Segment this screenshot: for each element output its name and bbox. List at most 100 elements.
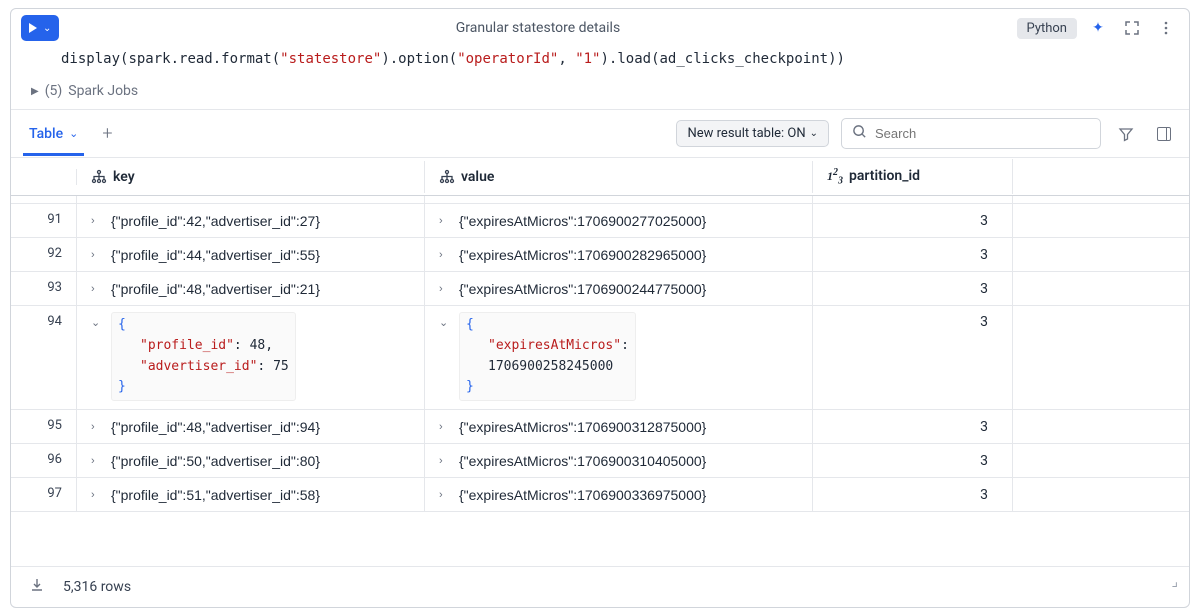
json-collapsed: {"expiresAtMicros":1706900310405000} xyxy=(459,453,706,469)
chevron-right-icon[interactable]: › xyxy=(439,453,451,467)
result-table-toggle[interactable]: New result table: ON ⌄ xyxy=(676,120,829,147)
cell-value[interactable]: › {"expiresAtMicros":1706900336975000} xyxy=(425,478,813,511)
filter-icon[interactable] xyxy=(1113,121,1139,147)
cell-value[interactable]: ›{"expiresAtMicros":1706900244775000} xyxy=(425,272,813,305)
cell-header: ⌄ Granular statestore details Python ✦ xyxy=(11,9,1189,47)
table-partial-row xyxy=(11,196,1189,204)
table-row[interactable]: 91›{"profile_id":42,"advertiser_id":27}›… xyxy=(11,204,1189,238)
json-collapsed: {"expiresAtMicros":1706900312875000} xyxy=(459,419,706,435)
cell-partition: 3 xyxy=(813,306,1013,409)
table-row[interactable]: 96›{"profile_id":50,"advertiser_id":80}›… xyxy=(11,444,1189,478)
cell-key[interactable]: ⌄ {"profile_id": 48,"advertiser_id": 75} xyxy=(77,306,425,409)
table-row[interactable]: 93›{"profile_id":48,"advertiser_id":21}›… xyxy=(11,272,1189,306)
result-table: key value 123 partition_id 91›{"profile_… xyxy=(11,158,1189,566)
chevron-down-icon: ⌄ xyxy=(43,23,51,34)
json-expanded: {"expiresAtMicros":1706900258245000} xyxy=(459,312,636,401)
cell-value[interactable]: › {"expiresAtMicros":1706900312875000} xyxy=(425,410,813,443)
cell-key[interactable]: › {"profile_id":48,"advertiser_id":21} xyxy=(77,272,425,305)
chevron-right-icon[interactable]: › xyxy=(439,419,451,433)
row-count-label: 5,316 rows xyxy=(63,579,131,595)
kebab-menu-icon[interactable] xyxy=(1153,15,1179,41)
row-number-header xyxy=(11,169,77,185)
code-content[interactable]: display(spark.read.format("statestore").… xyxy=(11,47,1189,77)
search-icon xyxy=(852,124,867,143)
chevron-right-icon[interactable]: › xyxy=(439,281,451,295)
row-number: 91 xyxy=(11,204,77,237)
column-header-key[interactable]: key xyxy=(77,161,425,193)
table-row[interactable]: 97›{"profile_id":51,"advertiser_id":58}›… xyxy=(11,478,1189,512)
numeric-type-icon: 123 xyxy=(827,167,843,186)
json-collapsed: {"profile_id":48,"advertiser_id":94} xyxy=(111,419,320,435)
cell-value[interactable]: › {"expiresAtMicros":1706900277025000} xyxy=(425,204,813,237)
json-collapsed: {"profile_id":50,"advertiser_id":80} xyxy=(111,453,320,469)
run-button[interactable]: ⌄ xyxy=(21,15,59,41)
cell-partition: 3 xyxy=(813,478,1013,511)
download-icon[interactable] xyxy=(29,577,45,597)
table-header-row: key value 123 partition_id xyxy=(11,158,1189,196)
cell-partition: 3 xyxy=(813,410,1013,443)
result-tab-bar: Table ⌄ + New result table: ON ⌄ xyxy=(11,110,1189,158)
chevron-right-icon[interactable]: › xyxy=(91,453,103,467)
chevron-right-icon[interactable]: › xyxy=(91,281,103,295)
cell-key[interactable]: › {"profile_id":48,"advertiser_id":94} xyxy=(77,410,425,443)
result-panel: Table ⌄ + New result table: ON ⌄ xyxy=(11,109,1189,607)
cell-partition: 3 xyxy=(813,238,1013,271)
cell-value[interactable]: ⌄ {"expiresAtMicros":1706900258245000} xyxy=(425,306,813,409)
notebook-cell: ⌄ Granular statestore details Python ✦ d… xyxy=(10,8,1190,608)
chevron-right-icon[interactable]: › xyxy=(439,487,451,501)
resize-corner-icon[interactable]: ⌟ xyxy=(1171,574,1178,590)
chevron-right-icon[interactable]: › xyxy=(439,213,451,227)
json-collapsed: {"profile_id":51,"advertiser_id":58} xyxy=(111,487,320,503)
chevron-right-icon[interactable]: › xyxy=(91,213,103,227)
chevron-right-icon[interactable]: › xyxy=(91,247,103,261)
column-header-partition[interactable]: 123 partition_id xyxy=(813,159,1013,194)
json-collapsed: {"expiresAtMicros":1706900336975000} xyxy=(459,487,706,503)
row-number: 94 xyxy=(11,306,77,409)
language-badge[interactable]: Python xyxy=(1017,18,1077,39)
chevron-down-icon[interactable]: ⌄ xyxy=(91,314,103,329)
panel-toggle-icon[interactable] xyxy=(1151,121,1177,147)
json-collapsed: {"expiresAtMicros":1706900282965000} xyxy=(459,247,706,263)
cell-key[interactable]: › {"profile_id":42,"advertiser_id":27} xyxy=(77,204,425,237)
struct-icon xyxy=(439,169,455,185)
row-number: 92 xyxy=(11,238,77,271)
assistant-icon[interactable]: ✦ xyxy=(1085,15,1111,41)
table-row[interactable]: 94 ⌄ {"profile_id": 48,"advertiser_id": 75… xyxy=(11,306,1189,410)
add-tab-button[interactable]: + xyxy=(96,123,118,144)
cell-value[interactable]: › {"expiresAtMicros":1706900310405000} xyxy=(425,444,813,477)
row-number: 95 xyxy=(11,410,77,443)
chevron-right-icon[interactable]: › xyxy=(91,487,103,501)
cell-value[interactable]: › {"expiresAtMicros":1706900282965000} xyxy=(425,238,813,271)
fullscreen-icon[interactable] xyxy=(1119,15,1145,41)
cell-key[interactable]: ›{"profile_id":44,"advertiser_id":55} xyxy=(77,238,425,271)
table-row[interactable]: 95›{"profile_id":48,"advertiser_id":94}›… xyxy=(11,410,1189,444)
spark-jobs-toggle[interactable]: ▶ (5) Spark Jobs xyxy=(11,77,1189,109)
struct-icon xyxy=(91,169,107,185)
chevron-right-icon[interactable]: › xyxy=(439,247,451,261)
tab-table[interactable]: Table ⌄ xyxy=(23,112,84,156)
json-collapsed: {"expiresAtMicros":1706900277025000} xyxy=(459,213,706,229)
arrow-right-icon: ▶ xyxy=(31,86,39,97)
search-box[interactable] xyxy=(841,118,1101,149)
json-expanded: {"profile_id": 48,"advertiser_id": 75} xyxy=(111,312,296,401)
cell-title: Granular statestore details xyxy=(67,20,1008,36)
row-number: 96 xyxy=(11,444,77,477)
json-collapsed: {"profile_id":48,"advertiser_id":21} xyxy=(111,281,320,297)
cell-key[interactable]: › {"profile_id":50,"advertiser_id":80} xyxy=(77,444,425,477)
row-number: 97 xyxy=(11,478,77,511)
play-icon xyxy=(29,23,37,33)
chevron-right-icon[interactable]: › xyxy=(91,419,103,433)
table-row[interactable]: 92›{"profile_id":44,"advertiser_id":55}›… xyxy=(11,238,1189,272)
cell-partition: 3 xyxy=(813,204,1013,237)
search-input[interactable] xyxy=(875,126,1090,141)
cell-key[interactable]: › {"profile_id":51,"advertiser_id":58} xyxy=(77,478,425,511)
json-collapsed: {"profile_id":42,"advertiser_id":27} xyxy=(111,213,320,229)
chevron-down-icon: ⌄ xyxy=(69,127,78,140)
chevron-down-icon[interactable]: ⌄ xyxy=(439,314,451,329)
table-footer: 5,316 rows xyxy=(11,566,1189,607)
cell-partition: 3 xyxy=(813,444,1013,477)
column-header-value[interactable]: value xyxy=(425,161,813,193)
row-number: 93 xyxy=(11,272,77,305)
cell-partition: 3 xyxy=(813,272,1013,305)
chevron-down-icon: ⌄ xyxy=(810,128,818,139)
